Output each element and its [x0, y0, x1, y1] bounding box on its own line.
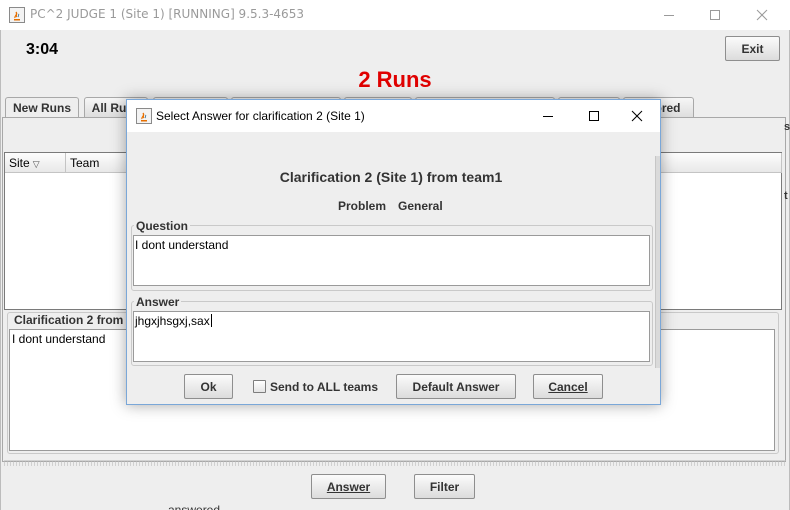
clipped-side-label: s	[784, 121, 790, 133]
ok-button[interactable]: Ok	[184, 374, 233, 399]
dialog-maximize-button[interactable]	[571, 100, 617, 132]
question-legend: Question	[134, 219, 191, 233]
main-window-title: PC^2 JUDGE 1 (Site 1) [RUNNING] 9.5.3-46…	[30, 7, 304, 21]
tab-new-runs[interactable]: New Runs	[5, 97, 79, 117]
cancel-button[interactable]: Cancel	[533, 374, 603, 399]
text-caret	[210, 314, 212, 327]
dialog-titlebar[interactable]: Select Answer for clarification 2 (Site …	[127, 100, 660, 132]
send-to-all-label[interactable]: Send to ALL teams	[270, 380, 378, 394]
minimize-button[interactable]	[646, 0, 692, 30]
minimize-icon	[664, 15, 674, 16]
clarification-heading: Clarification 2 (Site 1) from team1	[279, 169, 503, 185]
maximize-button[interactable]	[692, 0, 738, 30]
question-text-area[interactable]: I dont understand	[133, 235, 650, 286]
sort-descending-icon: ▽	[32, 159, 40, 169]
java-app-icon	[136, 108, 152, 124]
minimize-icon	[543, 116, 553, 117]
default-answer-button[interactable]: Default Answer	[396, 374, 516, 399]
column-header-site[interactable]: Site ▽	[5, 153, 66, 173]
dialog-close-button[interactable]	[614, 100, 660, 132]
answer-button[interactable]: Answer	[311, 474, 386, 499]
problem-label: Problem	[338, 199, 387, 213]
clock: 3:04	[26, 41, 59, 58]
runs-title: 2 Runs	[358, 67, 432, 92]
problem-value: General	[398, 199, 443, 213]
dialog-title: Select Answer for clarification 2 (Site …	[156, 109, 365, 123]
clarification-legend: Clarification 2 from	[12, 313, 126, 327]
java-app-icon	[9, 7, 25, 23]
send-to-all-checkbox[interactable]	[253, 380, 266, 393]
answer-legend: Answer	[134, 295, 182, 309]
split-divider[interactable]	[4, 460, 786, 466]
close-button[interactable]	[738, 0, 786, 30]
dialog-scrollbar[interactable]	[655, 156, 660, 368]
exit-button[interactable]: Exit	[725, 36, 780, 61]
clipped-side-label: t	[784, 190, 788, 202]
answer-text-area[interactable]: jhgxjhsgxj,sax	[133, 311, 650, 362]
dialog-minimize-button[interactable]	[525, 100, 571, 132]
maximize-icon	[710, 10, 720, 20]
maximize-icon	[589, 111, 599, 121]
status-text: answered	[168, 503, 221, 510]
filter-button[interactable]: Filter	[414, 474, 475, 499]
close-icon	[756, 9, 768, 21]
close-icon	[631, 110, 643, 122]
select-answer-dialog: Select Answer for clarification 2 (Site …	[126, 99, 661, 405]
